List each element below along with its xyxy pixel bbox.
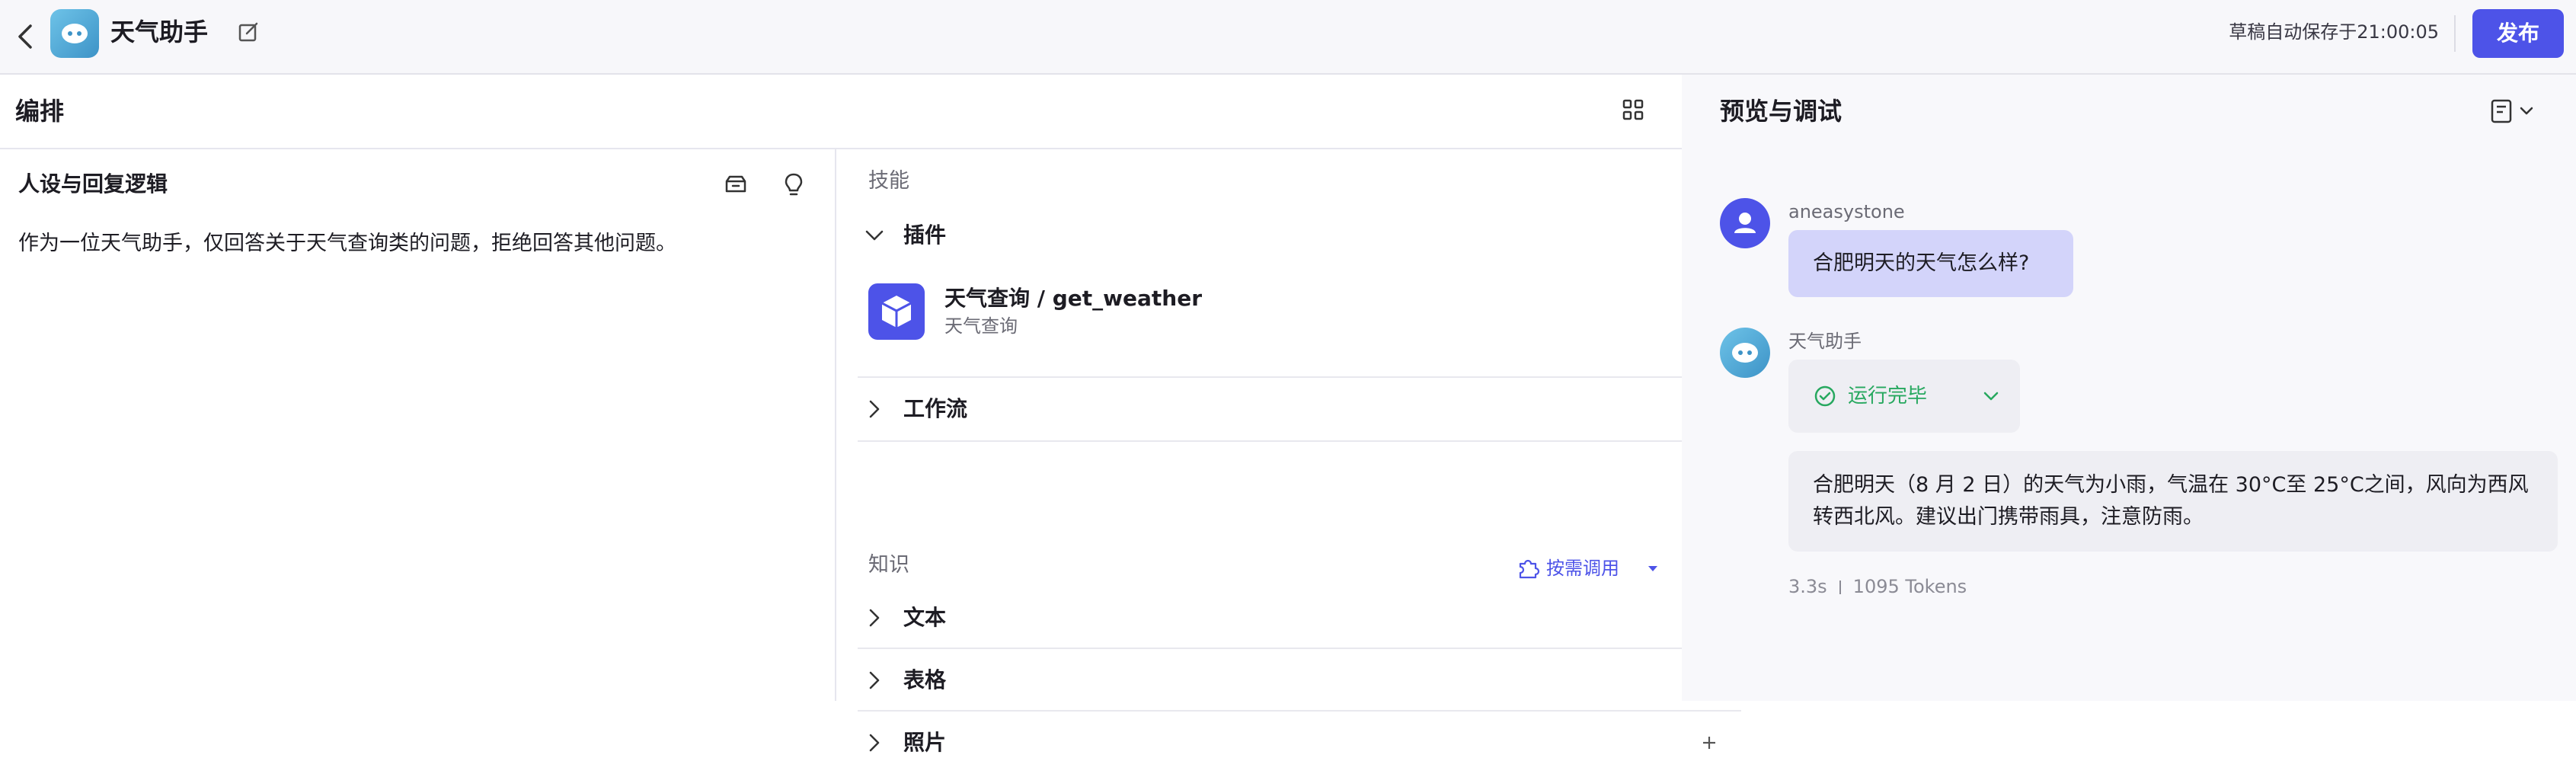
knowledge-text-label: 文本 <box>903 605 947 630</box>
add-photo-plus-icon[interactable] <box>1697 731 1721 755</box>
knowledge-table-label: 表格 <box>903 667 947 692</box>
persona-panel: 人设与回复逻辑 作为一位天气助手，仅回答关于天气查询类的问题，拒绝回答其他问题。 <box>0 149 836 701</box>
persona-title: 人设与回复逻辑 <box>18 171 168 197</box>
divider <box>2454 15 2456 52</box>
preview-title: 预览与调试 <box>1720 97 1843 126</box>
chevron-right-icon <box>869 734 880 752</box>
skills-panel: 技能 插件 天气查询 / get_weather 天气查询 工作流 知识 按需调… <box>838 149 1741 755</box>
divider <box>1839 580 1841 594</box>
optimize-bulb-icon[interactable] <box>780 171 807 198</box>
knowledge-photo-label: 照片 <box>903 730 947 755</box>
bot-avatar <box>1720 328 1770 378</box>
workflow-label: 工作流 <box>903 396 968 421</box>
cube-icon <box>868 283 925 340</box>
user-avatar <box>1720 198 1770 248</box>
plugins-label: 插件 <box>903 222 947 248</box>
bot-reply: 合肥明天（8 月 2 日）的天气为小雨，气温在 30°C至 25°C之间，风向为… <box>1788 451 2558 552</box>
response-duration: 3.3s <box>1788 576 1827 597</box>
arrange-title: 编排 <box>15 97 65 126</box>
response-meta: 3.3s 1095 Tokens <box>1788 574 1967 599</box>
knowledge-section-label: 知识 <box>868 553 909 577</box>
knowledge-table-row[interactable]: 表格 <box>858 649 1741 712</box>
plugins-row[interactable]: 插件 <box>858 204 1741 267</box>
arrange-panel: 编排 人设与回复逻辑 作为一位天气助手，仅回答关于天气查询类的问题，拒绝回答其他… <box>0 75 1741 755</box>
chevron-down-icon <box>865 230 884 241</box>
puzzle-icon <box>1519 559 1540 579</box>
publish-button[interactable]: 发布 <box>2472 9 2564 58</box>
prompt-library-icon[interactable] <box>722 171 749 198</box>
user-icon <box>1734 213 1756 233</box>
run-status-card[interactable]: 运行完毕 <box>1788 360 2020 433</box>
preview-panel: 预览与调试 aneasystone 合肥明天的天气怎么样? 天气助手 运行完毕 <box>1682 75 2576 701</box>
response-tokens: 1095 Tokens <box>1852 576 1967 597</box>
caret-down-icon <box>1648 566 1657 571</box>
chevron-right-icon <box>869 671 880 689</box>
user-name: aneasystone <box>1788 201 1905 222</box>
chevron-right-icon <box>869 400 880 418</box>
workflow-row[interactable]: 工作流 <box>858 378 1741 440</box>
layout-grid-icon[interactable] <box>1619 96 1647 123</box>
chevron-right-icon <box>869 609 880 627</box>
plugin-name: 天气查询 / get_weather <box>944 286 1203 311</box>
divider <box>858 440 1741 442</box>
plugin-card[interactable]: 天气查询 / get_weather 天气查询 <box>858 270 1741 353</box>
check-circle-icon <box>1814 385 1836 407</box>
app-name: 天气助手 <box>110 18 209 46</box>
skills-section-label: 技能 <box>868 169 909 193</box>
back-arrow-icon[interactable] <box>15 20 37 53</box>
arrange-header: 编排 <box>0 75 1682 149</box>
run-status-text: 运行完毕 <box>1848 385 1928 408</box>
knowledge-photo-row[interactable]: 照片 <box>858 712 1741 774</box>
app-avatar <box>50 9 99 58</box>
top-bar: 天气助手 草稿自动保存于21:00:05 发布 <box>0 0 2576 75</box>
user-message: 合肥明天的天气怎么样? <box>1788 230 2073 297</box>
knowledge-text-row[interactable]: 文本 <box>858 587 1741 649</box>
on-demand-label: 按需调用 <box>1546 558 1619 579</box>
edit-icon[interactable] <box>236 20 260 44</box>
plugin-description: 天气查询 <box>944 315 1018 337</box>
debug-options-button[interactable] <box>2489 96 2544 126</box>
chevron-down-icon <box>1983 392 1999 401</box>
bot-name: 天气助手 <box>1788 331 1862 352</box>
persona-prompt-text[interactable]: 作为一位天气助手，仅回答关于天气查询类的问题，拒绝回答其他问题。 <box>18 229 676 259</box>
save-status: 草稿自动保存于21:00:05 <box>2229 21 2439 43</box>
